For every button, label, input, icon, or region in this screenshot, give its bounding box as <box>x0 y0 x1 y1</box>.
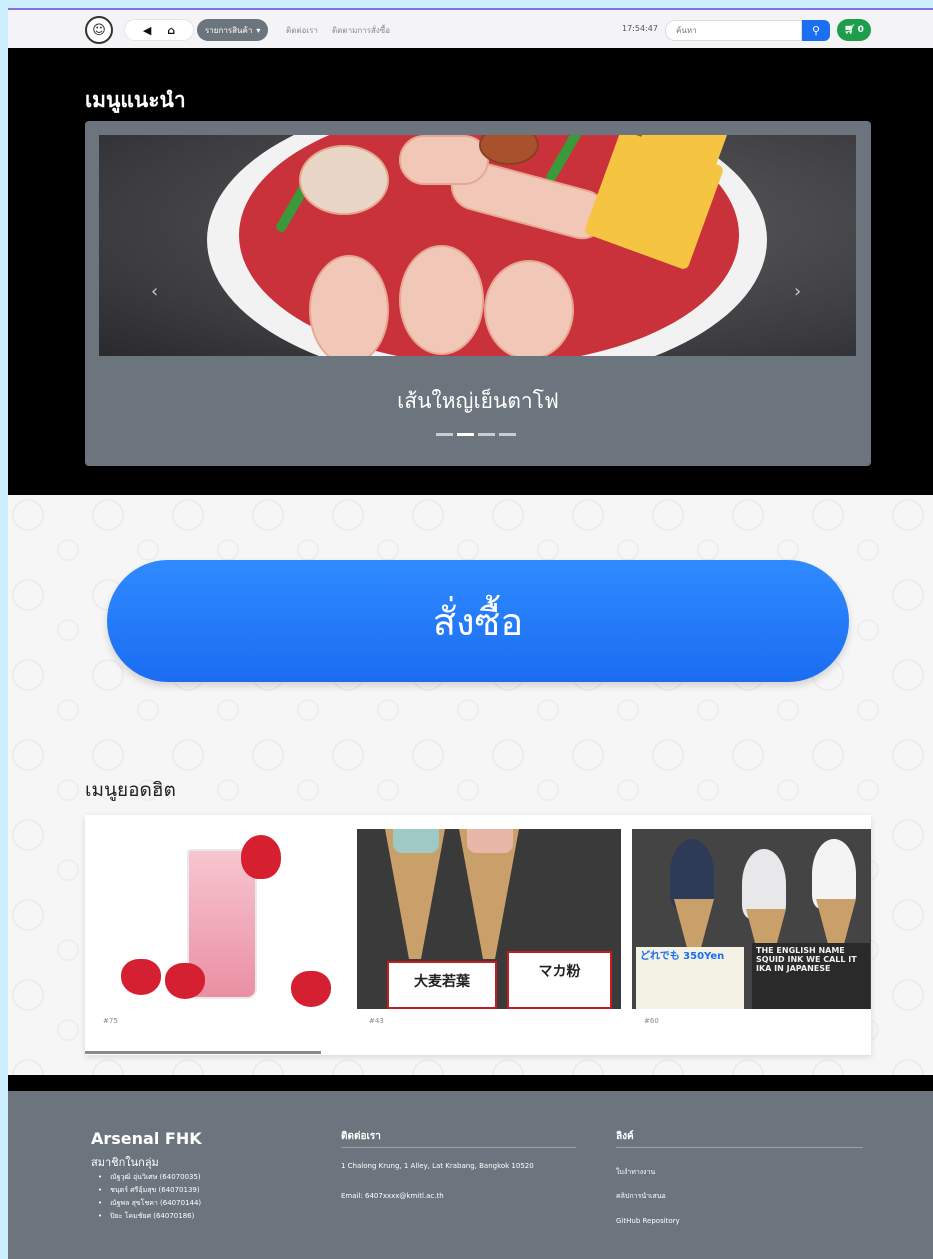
footer-members-title: สมาชิกในกลุ่ม <box>91 1156 159 1169</box>
slide-image <box>99 135 856 356</box>
nav-link-contact[interactable]: ติดต่อเรา <box>286 24 318 37</box>
member-item: ชนุตร์ ศรีอุ้มสุข (64070139) <box>98 1184 201 1197</box>
cart-count: 0 <box>857 25 864 35</box>
icecream-shape <box>812 839 856 909</box>
search-icon: ⚲ <box>811 24 821 37</box>
footer-top-bar <box>8 1075 933 1091</box>
products-dropdown-label: รายการสินค้า <box>205 25 253 35</box>
product-sign: マカ粉 <box>507 951 612 1009</box>
strawberry-shape <box>291 971 331 1007</box>
strawberry-shape <box>241 835 281 879</box>
indicator-1[interactable] <box>436 433 453 436</box>
nav-link-order-status[interactable]: ติดตามการสั่งซื้อ <box>332 24 390 37</box>
tripe-shape <box>299 145 389 215</box>
carousel-next-icon[interactable]: › <box>794 281 801 302</box>
cart-button[interactable]: 🛒︎ 0 <box>837 19 871 41</box>
strawberry-shape <box>165 963 205 999</box>
strawberry-shape <box>121 959 161 995</box>
product-card[interactable]: 大麦若葉 マカ粉 <box>357 829 621 1009</box>
footer-link[interactable]: GitHub Repository <box>616 1216 680 1227</box>
product-id: #75 <box>103 1017 118 1025</box>
footer-brand: Arsenal FHK <box>91 1129 202 1148</box>
fishball-shape <box>484 260 574 356</box>
indicator-3[interactable] <box>478 433 495 436</box>
fishball-shape <box>309 255 389 356</box>
footer-email[interactable]: Email: 6407xxxx@kmitl.ac.th <box>341 1191 444 1202</box>
product-card[interactable] <box>91 829 355 1009</box>
footer-link[interactable]: ใบงำทางงาน <box>616 1167 655 1178</box>
slide-caption: เส้นใหญ่เย็นตาโฟ <box>397 389 559 413</box>
member-item: ปิยะ โคมชัยศ (64070186) <box>98 1210 201 1223</box>
icecream-shape <box>393 829 439 853</box>
footer-address: 1 Chalong Krung, 1 Alley, Lat Krabang, B… <box>341 1162 534 1170</box>
search-input[interactable] <box>665 20 802 41</box>
home-icon[interactable]: ⌂ <box>167 24 175 37</box>
product-card[interactable]: どれでも 350Yen THE ENGLISH NAME SQUID INK W… <box>632 829 871 1009</box>
page: ☺ ◀ ⌂ รายการสินค้า ▾ ติดต่อเรา ติดตามการ… <box>8 8 933 1259</box>
search-button[interactable]: ⚲ <box>802 20 830 41</box>
fishball-shape <box>399 135 489 185</box>
recommend-title: เมนูแนะนำ <box>85 88 186 112</box>
icecream-shape <box>467 829 513 853</box>
navbar: ☺ ◀ ⌂ รายการสินค้า ▾ ติดต่อเรา ติดตามการ… <box>8 8 933 48</box>
products-dropdown[interactable]: รายการสินค้า ▾ <box>197 19 269 41</box>
product-id: #60 <box>644 1017 659 1025</box>
hot-menu-slider: #75 大麦若葉 マカ粉 #43 どれでも 350Yen THE ENGLISH… <box>85 815 871 1055</box>
hot-menu-title: เมนูยอดฮิต <box>85 779 176 801</box>
site-logo[interactable]: ☺ <box>85 16 113 44</box>
icecream-shape <box>742 849 786 919</box>
footer-divider <box>341 1147 576 1148</box>
order-button[interactable]: สั่งซื้อ <box>107 560 849 682</box>
footer-divider <box>616 1147 863 1148</box>
slider-scrollbar[interactable] <box>85 1051 321 1054</box>
indicator-4[interactable] <box>499 433 516 436</box>
price-board: どれでも 350Yen <box>636 947 744 1009</box>
carousel-prev-icon[interactable]: ‹ <box>151 281 158 302</box>
product-id: #43 <box>369 1017 384 1025</box>
footer: Arsenal FHK สมาชิกในกลุ่ม ณัฐวุฒิ อุ่นวิ… <box>8 1091 933 1259</box>
member-item: ณัฐพล สุขโชคา (64070144) <box>98 1197 201 1210</box>
carousel: ‹ › เส้นใหญ่เย็นตาโฟ <box>85 121 871 466</box>
fishball-shape <box>399 245 484 355</box>
footer-link[interactable]: คลิปการนำเสนอ <box>616 1191 666 1202</box>
cart-icon: 🛒︎ <box>844 25 856 35</box>
footer-members-list: ณัฐวุฒิ อุ่นวิเศษ (64070035) ชนุตร์ ศรีอ… <box>98 1171 201 1223</box>
back-icon[interactable]: ◀ <box>143 24 151 37</box>
carousel-indicators <box>436 433 516 436</box>
icecream-shape <box>670 839 714 909</box>
price-board: THE ENGLISH NAME SQUID INK WE CALL IT IK… <box>752 943 870 1009</box>
indicator-2[interactable] <box>457 433 474 436</box>
footer-links-title: ลิงค์ <box>616 1131 634 1142</box>
clock: 17:54:47 <box>622 24 658 33</box>
member-item: ณัฐวุฒิ อุ่นวิเศษ (64070035) <box>98 1171 201 1184</box>
footer-contact-title: ติดต่อเรา <box>341 1131 381 1142</box>
chevron-down-icon: ▾ <box>256 25 261 35</box>
nav-pill: ◀ ⌂ <box>124 19 194 41</box>
recommend-section: เมนูแนะนำ ‹ › เส้นใหญ่เย็นตาโฟ <box>8 48 933 495</box>
food-pattern-background: สั่งซื้อ เมนูยอดฮิต #75 大麦若葉 マカ粉 #43 どれで… <box>8 495 933 1075</box>
product-sign: 大麦若葉 <box>387 961 497 1009</box>
